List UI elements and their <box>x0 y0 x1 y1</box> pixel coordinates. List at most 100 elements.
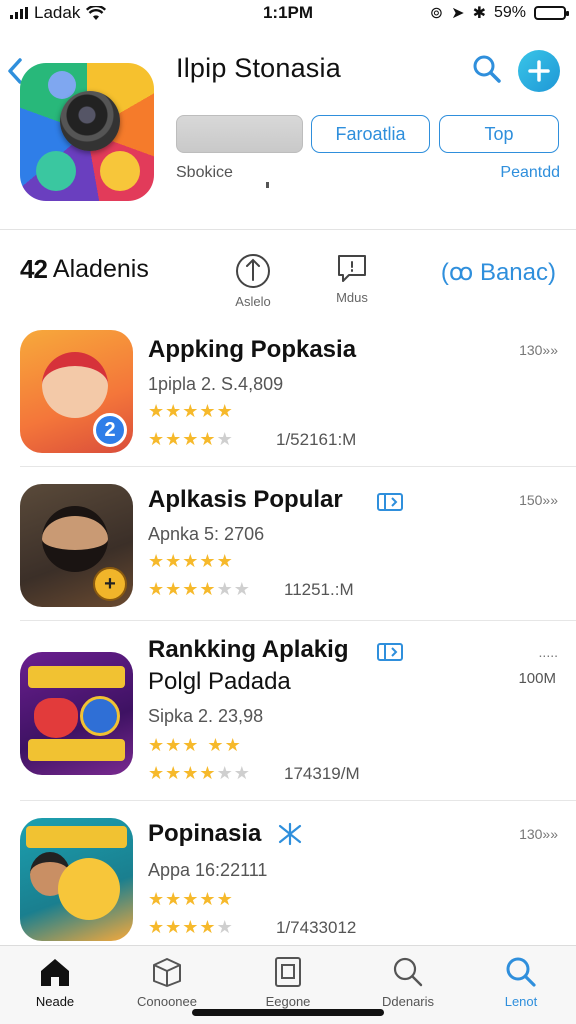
add-button[interactable] <box>518 50 560 92</box>
app-title: Aplkasis Popular <box>148 486 343 513</box>
status-right: ⊚ ➤ ✱ 59% <box>429 3 569 23</box>
app-icon-face <box>100 151 140 191</box>
tab-store[interactable]: Conoonee <box>112 956 222 1009</box>
star-icon: ★ <box>216 551 233 571</box>
character-art <box>42 352 108 418</box>
row-meta: 130»» <box>519 826 558 842</box>
star-icon: ★ <box>165 429 182 449</box>
home-indicator[interactable] <box>192 1009 384 1016</box>
status-left: Ladak <box>10 3 107 23</box>
app-subtitle: Apnka 5: 2706 <box>148 524 265 544</box>
tab-home[interactable]: Neade <box>0 956 110 1009</box>
app-subtitle: 1pipla 2. S.4,809 <box>148 374 284 394</box>
download-count: 174319/M <box>284 764 360 783</box>
row-meta: ..... <box>538 644 558 660</box>
filter-pill[interactable]: Faroatlia <box>311 115 430 153</box>
tab-label: Ddenaris <box>381 994 435 1009</box>
star-icon: ★ <box>233 579 250 599</box>
wifi-icon <box>86 5 107 20</box>
search-button[interactable] <box>470 52 504 86</box>
star-icon: ★ <box>199 429 216 449</box>
app-icon <box>20 63 154 201</box>
star-icon: ★ <box>216 889 233 909</box>
download-count: 11251.:M <box>284 580 354 599</box>
lock-rotation-icon: ⊚ <box>429 5 444 22</box>
tab-search[interactable]: Ddenaris <box>353 956 463 1009</box>
search-icon <box>506 957 536 987</box>
divider <box>20 466 576 467</box>
segment-link[interactable]: (ꝏ Banac) <box>441 258 556 287</box>
star-icon: ★ <box>165 889 182 909</box>
tab-label: Eegone <box>265 994 311 1009</box>
app-icon-face <box>36 151 76 191</box>
tab-label: Lenot <box>504 994 538 1009</box>
row-size: 100M <box>518 670 556 687</box>
header-link[interactable]: Peantdd <box>500 164 560 182</box>
rating-stars: ★ ★ ★ ★ ★ <box>148 402 233 420</box>
list-item[interactable]: 2 Appking Popkasia 1pipla 2. S.4,809 ★ ★ ★… <box>0 320 576 468</box>
download-count: 1/7433012 <box>276 918 357 937</box>
star-icon: ★ <box>148 917 165 937</box>
app-thumbnail: + <box>20 484 133 607</box>
placeholder-field[interactable] <box>176 115 303 153</box>
star-icon: ★ <box>216 763 233 783</box>
rating-stars: ★ ★ ★ ★ ★ <box>148 430 233 448</box>
segment-message[interactable]: Mdus <box>322 252 382 305</box>
battery-percent: 59% <box>493 4 526 21</box>
star-icon: ★ <box>199 551 216 571</box>
divider <box>20 620 576 621</box>
top-pill[interactable]: Top <box>439 115 559 153</box>
signal-icon <box>10 7 28 19</box>
list-item[interactable]: Popinasia Appa 16:22111 ★ ★ ★ ★ ★ ★ ★ ★ ★ ★ 1/74… <box>0 804 576 944</box>
star-icon: ★ <box>148 551 165 571</box>
star-icon: ★ <box>165 917 182 937</box>
box-icon <box>153 958 181 987</box>
list-item[interactable]: + Aplkasis Popular Apnka 5: 2706 ★ ★ ★ ★ ★ ★… <box>0 470 576 620</box>
app-subtitle: Sipka 2. 23,98 <box>148 706 264 726</box>
app-icon-face <box>48 71 76 99</box>
verified-icon <box>377 643 403 661</box>
segment-label: Mdus <box>336 290 368 305</box>
segment-row: 42 Aladenis Aslelo Mdus (ꝏ Banac) <box>0 240 576 314</box>
star-icon: ★ <box>216 579 233 599</box>
star-icon: ★ <box>199 401 216 421</box>
character-art <box>42 506 108 572</box>
home-icon <box>41 959 69 986</box>
tab-search-active[interactable]: Lenot <box>466 956 576 1009</box>
divider <box>0 229 576 230</box>
star-icon: ★ <box>165 551 182 571</box>
status-bar: Ladak 1:1PM ⊚ ➤ ✱ 59% <box>0 0 576 26</box>
segment-label: Aslelo <box>235 294 271 309</box>
divider <box>20 800 576 801</box>
plus-icon <box>528 60 550 82</box>
star-icon: ★ <box>182 763 199 783</box>
app-title: Appking Popkasia <box>148 336 357 363</box>
logo-band <box>26 826 127 848</box>
star-icon: ★ <box>182 401 199 421</box>
star-icon: ★ <box>199 763 216 783</box>
star-icon: ★ <box>182 889 199 909</box>
segment-tap[interactable]: Aslelo <box>223 252 283 309</box>
list-item[interactable]: Rankking Aplakig Polgl Padada Sipka 2. 2… <box>0 624 576 800</box>
rating-stars: ★ ★ ★ ★ ★ ★ <box>148 764 250 782</box>
star-icon: ★ <box>182 735 199 755</box>
tab-label: Neade <box>35 994 75 1009</box>
row-meta: 130»» <box>519 342 558 358</box>
app-subtitle: Appa 16:22111 <box>148 860 268 880</box>
star-icon: ★ <box>148 889 165 909</box>
star-icon: ★ <box>148 401 165 421</box>
battery-icon <box>534 6 569 20</box>
rating-stars: ★ ★ ★ ★ ★ <box>148 918 233 936</box>
star-icon: ★ <box>182 579 199 599</box>
logo-band <box>28 739 125 761</box>
star-icon: ★ <box>199 889 216 909</box>
character-art <box>58 858 120 920</box>
star-icon: ★ <box>148 579 165 599</box>
app-header: Ilpip Stonasia Faroatlia Top Sbokice Pea… <box>0 40 576 230</box>
row-meta: 150»» <box>519 492 558 508</box>
message-icon <box>338 255 366 282</box>
tab-pages[interactable]: Eegone <box>233 956 343 1009</box>
star-icon: ★ <box>182 429 199 449</box>
star-icon: ★ <box>199 579 216 599</box>
badge-icon: 2 <box>93 413 127 447</box>
